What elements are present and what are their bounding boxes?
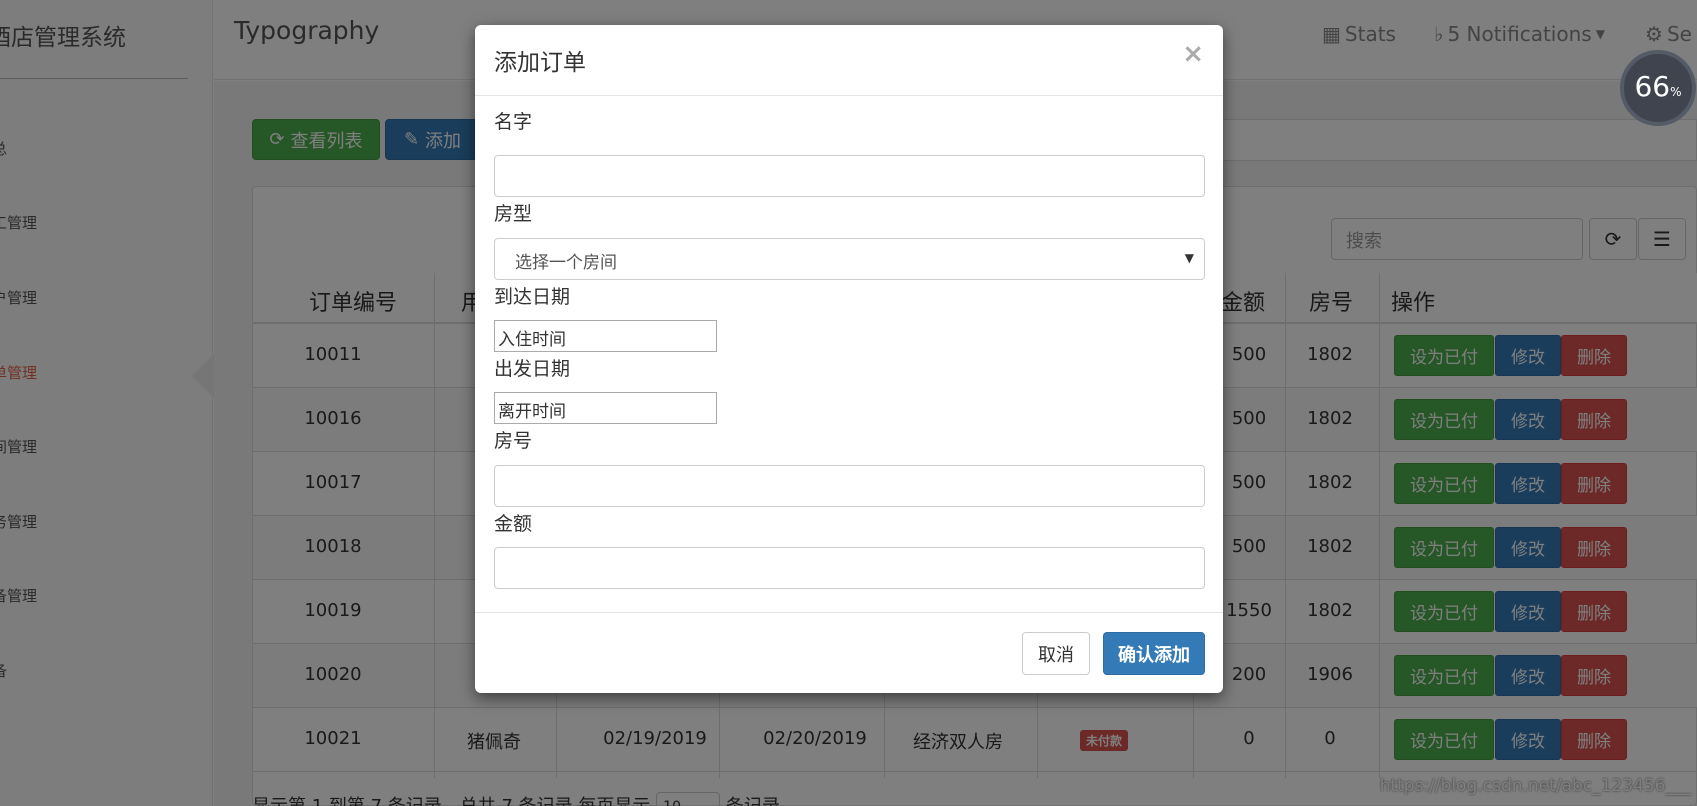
confirm-add-button[interactable]: 确认添加 [1103,632,1205,675]
name-input[interactable] [494,155,1205,197]
amount-input[interactable] [494,547,1205,589]
gauge-value: 66 [1634,70,1671,103]
arrive-date-label: 到达日期 [494,286,571,308]
cancel-button[interactable]: 取消 [1022,632,1090,675]
chevron-down-icon: ▼ [1184,251,1194,265]
add-order-modal: 添加订单 × 名字 房型 选择一个房间 ▼ 到达日期 入住时间 出发日期 离开时… [475,25,1223,693]
modal-title: 添加订单 [494,50,586,76]
close-icon[interactable]: × [1182,39,1204,69]
room-type-label: 房型 [494,203,533,225]
room-type-selected: 选择一个房间 [515,253,617,273]
gauge-unit: % [1670,85,1682,99]
progress-gauge: 66% [1620,50,1696,126]
room-no-input[interactable] [494,465,1205,507]
depart-date-input[interactable]: 离开时间 [494,392,717,424]
modal-footer: 取消 确认添加 [475,612,1223,693]
name-label: 名字 [494,111,533,133]
amount-label: 金额 [494,513,533,535]
room-no-label: 房号 [494,430,533,452]
arrive-date-input[interactable]: 入住时间 [494,320,717,352]
room-type-select[interactable]: 选择一个房间 ▼ [494,238,1205,280]
depart-date-label: 出发日期 [494,358,571,380]
modal-header: 添加订单 × [475,25,1223,96]
